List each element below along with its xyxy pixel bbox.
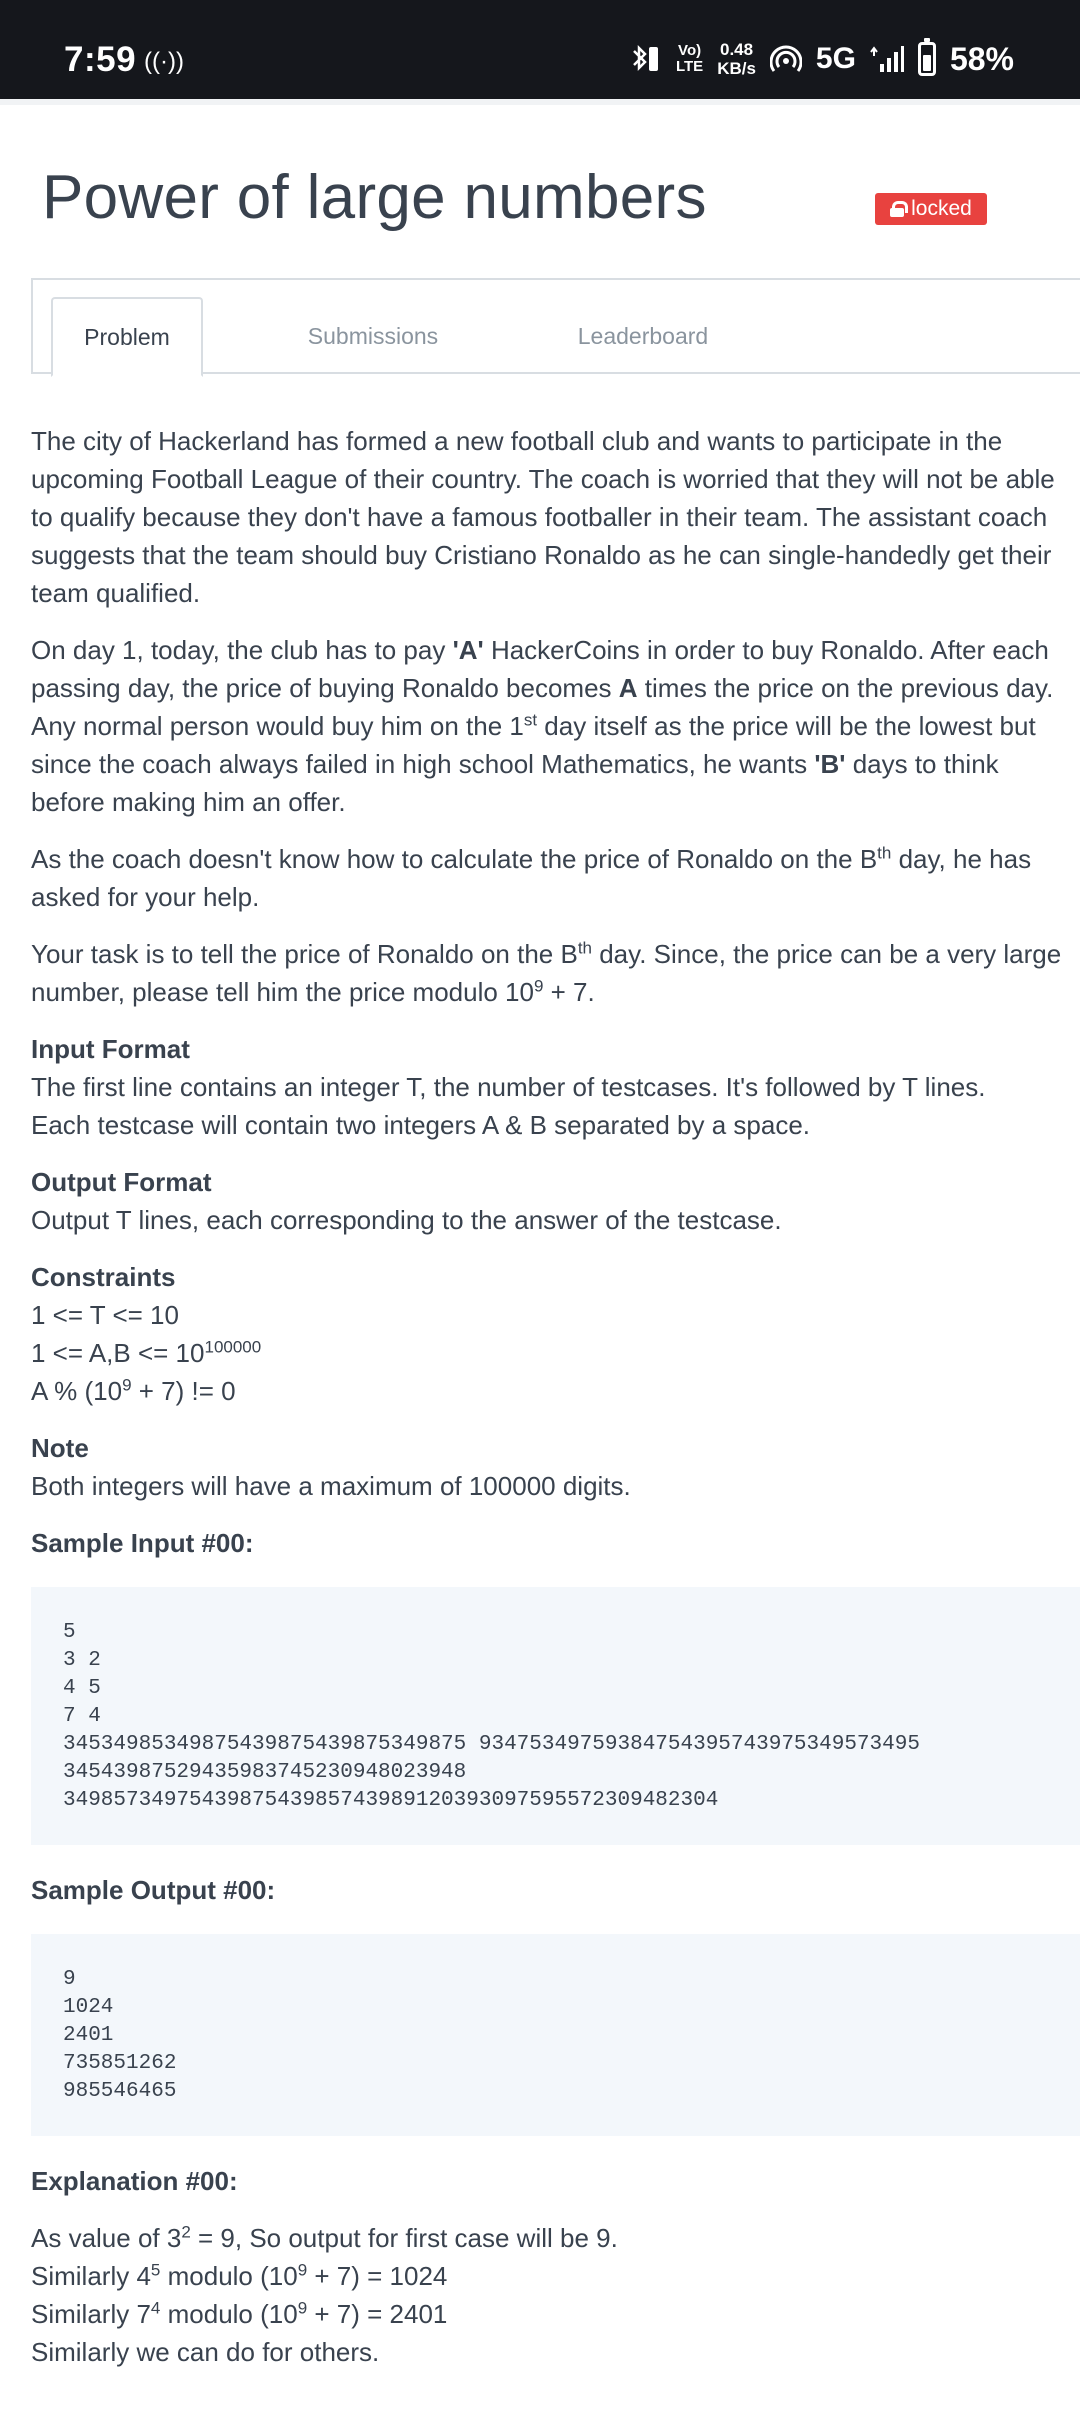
sample-output-heading: Sample Output #00:	[31, 1875, 276, 1905]
divider	[0, 99, 1080, 105]
output-format-line: Output T lines, each corresponding to th…	[31, 1205, 782, 1235]
tab-submissions[interactable]: Submissions	[273, 297, 473, 376]
input-format-section: Input Format The first line contains an …	[31, 1030, 1071, 1144]
tab-leaderboard[interactable]: Leaderboard	[533, 297, 753, 376]
status-bar: 7:59 ((·)) Vo) LTE 0.48 KB/s 5G 58%	[0, 0, 1080, 99]
status-time: 7:59	[64, 40, 137, 79]
output-format-heading: Output Format	[31, 1167, 212, 1197]
explanation-line: Similarly 45 modulo (109 + 7) = 1024	[31, 2260, 448, 2291]
battery-icon	[917, 38, 936, 76]
note-section: Note Both integers will have a maximum o…	[31, 1429, 1071, 1505]
note-text: Both integers will have a maximum of 100…	[31, 1471, 631, 1501]
input-format-heading: Input Format	[31, 1034, 190, 1064]
signal-icon	[870, 44, 904, 74]
problem-paragraph-3: As the coach doesn't know how to calcula…	[31, 843, 1032, 912]
constraints-heading: Constraints	[31, 1262, 176, 1292]
explanation-section: As value of 32 = 9, So output for first …	[31, 2219, 1071, 2371]
lock-icon	[890, 201, 909, 217]
speed-unit: KB/s	[717, 59, 756, 78]
constraint-line: A % (109 + 7) != 0	[31, 1375, 236, 1406]
page-title: Power of large numbers	[42, 163, 707, 232]
explanation-line: Similarly 74 modulo (109 + 7) = 2401	[31, 2298, 448, 2329]
constraint-line: 1 <= A,B <= 10100000	[31, 1337, 262, 1368]
problem-paragraph-2: On day 1, today, the club has to pay 'A'…	[31, 635, 1054, 817]
tab-bar: Problem Submissions Leaderboard	[31, 278, 1080, 377]
problem-paragraph-1: The city of Hackerland has formed a new …	[31, 426, 1055, 608]
locked-badge: locked	[875, 193, 987, 225]
cast-icon: ((·))	[144, 48, 184, 75]
constraint-line: 1 <= T <= 10	[31, 1300, 179, 1330]
input-format-line: Each testcase will contain two integers …	[31, 1110, 810, 1140]
problem-content: The city of Hackerland has formed a new …	[31, 422, 1080, 2371]
constraints-section: Constraints 1 <= T <= 10 1 <= A,B <= 101…	[31, 1258, 1071, 1410]
tab-problem[interactable]: Problem	[51, 297, 203, 377]
speed-value: 0.48	[720, 40, 754, 59]
locked-label: locked	[911, 197, 972, 220]
status-icons: Vo) LTE 0.48 KB/s 5G 58%	[628, 38, 1014, 78]
note-heading: Note	[31, 1433, 89, 1463]
volte-bottom: LTE	[675, 58, 704, 75]
input-format-line: The first line contains an integer T, th…	[31, 1072, 986, 1102]
explanation-line: As value of 32 = 9, So output for first …	[31, 2222, 618, 2253]
output-format-section: Output Format Output T lines, each corre…	[31, 1163, 1071, 1239]
volte-indicator: Vo) LTE	[676, 43, 703, 75]
battery-percent: 58%	[949, 40, 1014, 77]
sample-output-code: 9 1024 2401 735851262 985546465	[31, 1934, 1080, 2136]
problem-paragraph-4: Your task is to tell the price of Ronald…	[31, 938, 1062, 1007]
sample-input-heading: Sample Input #00:	[31, 1528, 254, 1558]
hotspot-icon	[769, 43, 802, 75]
volte-top: Vo)	[678, 42, 702, 59]
network-speed: 0.48 KB/s	[717, 40, 756, 78]
explanation-heading: Explanation #00:	[31, 2166, 238, 2196]
sample-input-code: 5 3 2 4 5 7 4 34534985349875439875439875…	[31, 1587, 1080, 1845]
explanation-line: Similarly we can do for others.	[31, 2337, 380, 2367]
bluetooth-vibrate-icon	[628, 42, 662, 76]
network-type: 5G	[815, 42, 856, 75]
